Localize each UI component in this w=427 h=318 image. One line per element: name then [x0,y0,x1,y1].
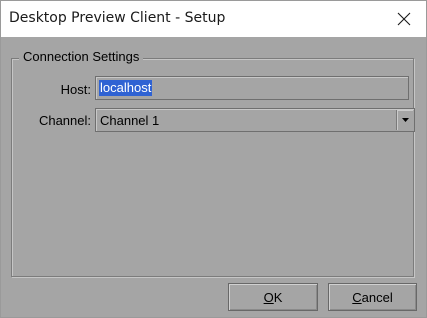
host-input[interactable]: localhost [95,76,409,100]
ok-mnemonic: O [263,289,274,305]
cancel-button[interactable]: Cancel [328,283,417,311]
cancel-mnemonic: C [352,289,362,305]
close-button[interactable] [382,1,426,37]
title-bar[interactable]: Desktop Preview Client - Setup [1,1,426,37]
ok-button-label: OK [264,290,283,305]
window-title: Desktop Preview Client - Setup [9,10,226,26]
channel-selected-value: Channel 1 [100,113,160,128]
channel-label: Channel: [38,113,91,128]
host-input-value: localhost [99,80,153,96]
setup-dialog: Desktop Preview Client - Setup Connectio… [0,0,427,318]
close-icon [397,12,411,26]
group-legend: Connection Settings [19,49,144,64]
channel-dropdown-button[interactable] [396,110,413,130]
ok-label-rest: K [273,289,283,305]
cancel-button-label: Cancel [352,290,392,305]
channel-select[interactable]: Channel 1 [95,108,415,132]
chevron-down-icon [401,118,409,122]
dialog-body: Connection Settings Host: localhost Chan… [1,37,426,317]
host-label: Host: [60,82,91,97]
cancel-label-rest: ancel [361,289,393,305]
ok-button[interactable]: OK [228,283,318,311]
